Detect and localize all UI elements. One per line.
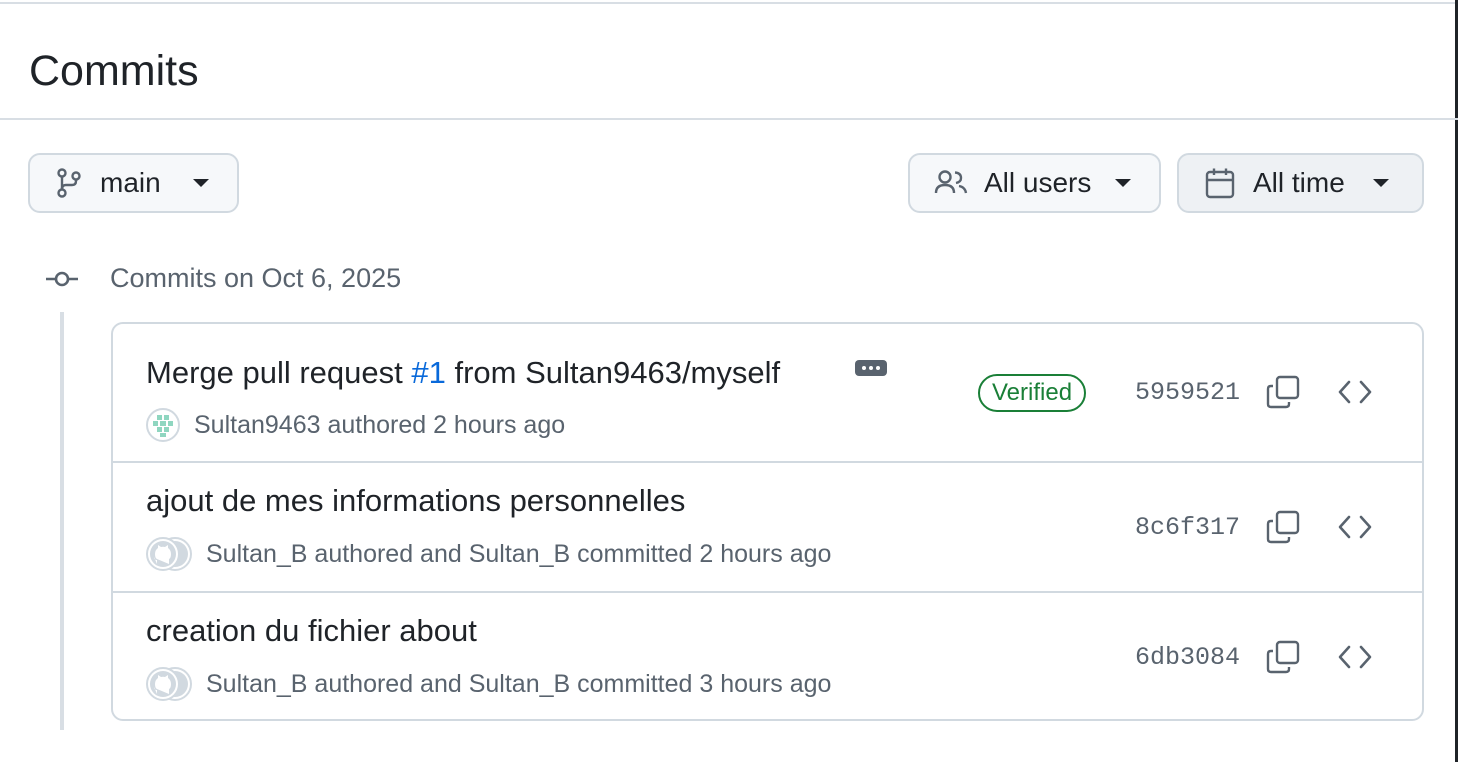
commit-sha-link[interactable]: 6db3084 (1135, 643, 1240, 672)
commit-message[interactable]: ajout de mes informations personnelles (146, 483, 685, 519)
commit-meta-text: Sultan9463 authored 2 hours ago (194, 410, 566, 439)
commit-sha-link[interactable]: 8c6f317 (1135, 513, 1240, 542)
commit-list: Merge pull request #1 from Sultan9463/my… (111, 322, 1424, 721)
copy-sha-button[interactable] (1263, 637, 1303, 677)
code-icon (1338, 515, 1372, 539)
branch-selector-button[interactable]: main (28, 153, 239, 213)
commit-row: Merge pull request #1 from Sultan9463/my… (113, 324, 1422, 461)
top-divider (0, 2, 1458, 4)
browse-repository-button[interactable] (1335, 372, 1375, 412)
avatar[interactable] (146, 537, 192, 571)
chevron-down-icon (1372, 179, 1389, 187)
header-divider (0, 118, 1458, 120)
time-filter-label: All time (1253, 167, 1345, 198)
copy-icon (1266, 510, 1300, 544)
commit-meta: Sultan_B authored and Sultan_B committed… (146, 537, 831, 571)
users-filter-button[interactable]: All users (908, 153, 1161, 213)
commit-message-suffix: from Sultan9463/myself (445, 355, 781, 390)
commit-message[interactable]: Merge pull request #1 from Sultan9463/my… (146, 355, 780, 391)
commit-group-title: Commits on Oct 6, 2025 (110, 263, 402, 293)
git-branch-icon (57, 168, 81, 198)
commit-message-prefix: Merge pull request (146, 355, 412, 390)
expand-message-button[interactable] (843, 357, 899, 379)
timeline-line (60, 312, 64, 730)
copy-icon (1266, 375, 1300, 409)
commit-sha-link[interactable]: 5959521 (1135, 378, 1240, 407)
ellipsis-icon (855, 360, 887, 376)
commit-meta: Sultan9463 authored 2 hours ago (146, 408, 565, 442)
commit-meta: Sultan_B authored and Sultan_B committed… (146, 667, 831, 701)
chevron-down-icon (192, 179, 209, 187)
commit-row: creation du fichier about Sultan_B autho… (113, 591, 1422, 719)
commit-meta-text: Sultan_B authored and Sultan_B committed… (206, 669, 832, 698)
page-title: Commits (29, 47, 199, 95)
users-filter-label: All users (984, 167, 1092, 198)
code-icon (1338, 380, 1372, 404)
browse-repository-button[interactable] (1335, 637, 1375, 677)
copy-icon (1266, 640, 1300, 674)
browse-repository-button[interactable] (1335, 507, 1375, 547)
time-filter-button[interactable]: All time (1177, 153, 1424, 213)
copy-sha-button[interactable] (1263, 507, 1303, 547)
verified-badge[interactable]: Verified (978, 374, 1087, 412)
pull-request-link[interactable]: #1 (411, 355, 445, 390)
branch-label: main (100, 167, 161, 198)
commit-message[interactable]: creation du fichier about (146, 613, 477, 649)
chevron-down-icon (1115, 179, 1132, 187)
people-icon (934, 170, 968, 194)
commit-row: ajout de mes informations personnelles S… (113, 461, 1422, 593)
copy-sha-button[interactable] (1263, 372, 1303, 412)
commit-meta-text: Sultan_B authored and Sultan_B committed… (206, 539, 832, 568)
git-commit-icon (46, 271, 78, 287)
avatar[interactable] (146, 408, 180, 442)
code-icon (1338, 645, 1372, 669)
calendar-icon (1205, 168, 1235, 199)
avatar[interactable] (146, 667, 192, 701)
